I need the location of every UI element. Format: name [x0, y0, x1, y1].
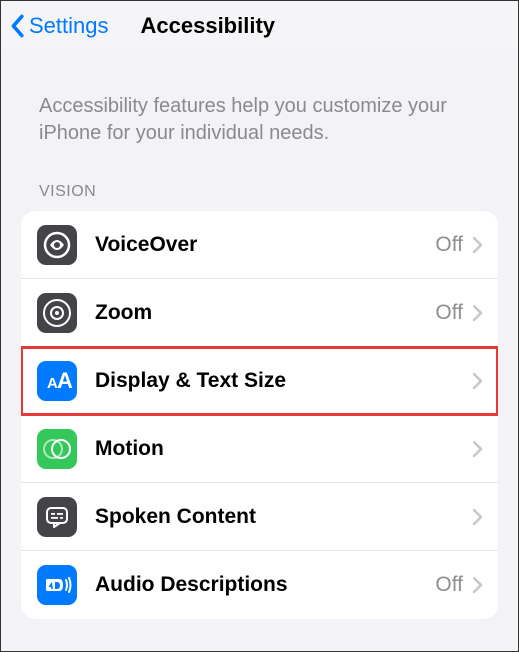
row-display-text-size[interactable]: A A Display & Text Size: [21, 347, 498, 415]
row-value: Off: [435, 233, 463, 257]
row-motion[interactable]: Motion: [21, 415, 498, 483]
section-header-vision: VISION: [1, 163, 518, 209]
back-button[interactable]: Settings: [9, 13, 109, 39]
chevron-right-icon: [473, 373, 482, 389]
row-zoom[interactable]: Zoom Off: [21, 279, 498, 347]
row-label: Display & Text Size: [95, 369, 463, 393]
row-audio-descriptions[interactable]: Audio Descriptions Off: [21, 551, 498, 619]
row-label: Audio Descriptions: [95, 573, 435, 597]
audio-descriptions-icon: [37, 565, 77, 605]
page-title: Accessibility: [141, 13, 276, 39]
row-value: Off: [435, 301, 463, 325]
row-value: Off: [435, 573, 463, 597]
nav-bar: Settings Accessibility: [1, 1, 518, 49]
vision-list: VoiceOver Off Zoom Off A A Display & Tex…: [21, 211, 498, 619]
chevron-right-icon: [473, 305, 482, 321]
chevron-right-icon: [473, 237, 482, 253]
intro-text: Accessibility features help you customiz…: [1, 49, 518, 163]
row-voiceover[interactable]: VoiceOver Off: [21, 211, 498, 279]
zoom-icon: [37, 293, 77, 333]
row-label: Motion: [95, 437, 463, 461]
row-spoken-content[interactable]: Spoken Content: [21, 483, 498, 551]
chevron-right-icon: [473, 509, 482, 525]
row-label: VoiceOver: [95, 233, 435, 257]
voiceover-icon: [37, 225, 77, 265]
motion-icon: [37, 429, 77, 469]
text-size-icon: A A: [37, 361, 77, 401]
chevron-left-icon: [9, 14, 25, 38]
back-label: Settings: [29, 13, 109, 39]
svg-text:A: A: [57, 368, 73, 393]
chevron-right-icon: [473, 577, 482, 593]
spoken-content-icon: [37, 497, 77, 537]
row-label: Spoken Content: [95, 505, 463, 529]
row-label: Zoom: [95, 301, 435, 325]
chevron-right-icon: [473, 441, 482, 457]
